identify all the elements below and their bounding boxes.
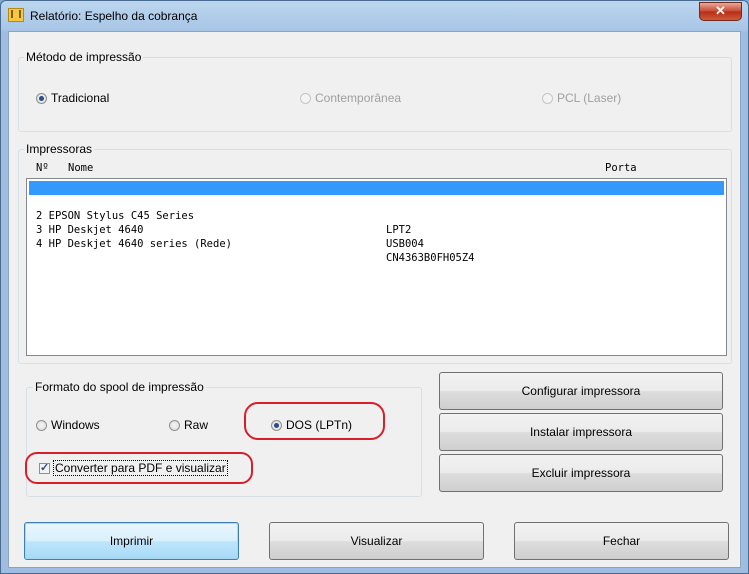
- radio-windows-label: Windows: [51, 418, 100, 432]
- printer-port: CN4363B0FH05Z4: [386, 252, 475, 264]
- visualizar-button[interactable]: Visualizar: [269, 522, 484, 560]
- instalar-impressora-button[interactable]: Instalar impressora: [439, 413, 723, 451]
- radio-contemporanea[interactable]: Contemporânea: [300, 91, 401, 105]
- dialog-client-area: Método de impressão Tradicional Contempo…: [8, 31, 741, 568]
- radio-windows[interactable]: Windows: [36, 418, 100, 432]
- radio-dot: [542, 92, 553, 104]
- title-bar[interactable]: Relatório: Espelho da cobrança ✕: [1, 1, 748, 31]
- impressoras-group-label: Impressoras: [24, 142, 95, 156]
- annotation-circle-dos: [244, 402, 385, 440]
- radio-tradicional-label: Tradicional: [51, 91, 110, 105]
- printer-list[interactable]: 1 LX810 c:\spool\rel.prn 2 EPSON Stylus …: [26, 178, 727, 356]
- list-item[interactable]: 4 HP Deskjet 4640 series (Rede) CN4363B0…: [29, 223, 724, 264]
- excluir-impressora-button[interactable]: Excluir impressora: [439, 454, 723, 492]
- radio-dot: [169, 419, 180, 431]
- printer-name: 4 HP Deskjet 4640 series (Rede): [36, 238, 232, 250]
- annotation-circle-convert: [25, 452, 253, 484]
- app-icon: [8, 8, 24, 22]
- list-item[interactable]: 3 HP Deskjet 4640 USB004: [29, 209, 724, 250]
- printer-port: USB004: [386, 238, 424, 250]
- list-item[interactable]: 2 EPSON Stylus C45 Series LPT2: [29, 195, 724, 236]
- column-header-nome: Nome: [68, 162, 94, 174]
- metodo-group-label: Método de impressão: [24, 50, 144, 64]
- spool-group-label: Formato do spool de impressão: [33, 380, 206, 394]
- column-header-porta: Porta: [605, 162, 637, 174]
- radio-pcl-laser[interactable]: PCL (Laser): [542, 91, 621, 105]
- radio-dot: [36, 419, 47, 431]
- dialog-window: Relatório: Espelho da cobrança ✕ Método …: [0, 0, 749, 574]
- radio-dot: [36, 92, 47, 104]
- column-header-num: Nº: [36, 162, 49, 174]
- fechar-button[interactable]: Fechar: [514, 522, 729, 560]
- imprimir-button[interactable]: Imprimir: [24, 522, 239, 560]
- radio-contemporanea-label: Contemporânea: [315, 91, 402, 105]
- radio-raw-label: Raw: [184, 418, 209, 432]
- radio-pcl-label: PCL (Laser): [557, 91, 622, 105]
- radio-dot: [300, 92, 311, 104]
- list-item[interactable]: 1 LX810 c:\spool\rel.prn: [29, 181, 724, 222]
- close-button[interactable]: ✕: [699, 2, 742, 21]
- radio-tradicional[interactable]: Tradicional: [36, 91, 109, 105]
- radio-raw[interactable]: Raw: [169, 418, 208, 432]
- window-title: Relatório: Espelho da cobrança: [30, 9, 198, 23]
- configurar-impressora-button[interactable]: Configurar impressora: [439, 372, 723, 410]
